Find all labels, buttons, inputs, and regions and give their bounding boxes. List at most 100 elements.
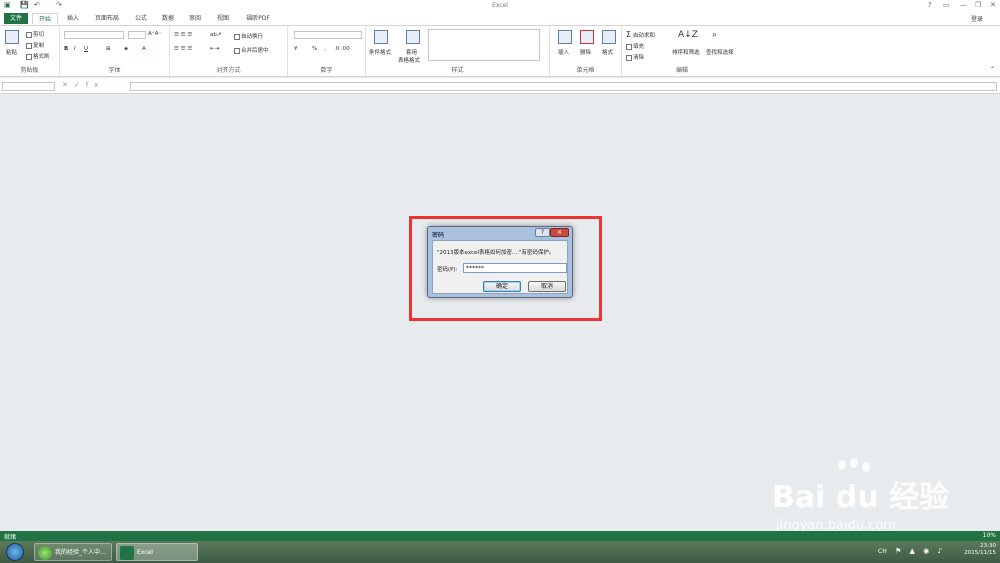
font-color-icon[interactable]: A xyxy=(142,46,146,52)
close-icon[interactable]: ✕ xyxy=(990,1,996,9)
password-label: 密码(P): xyxy=(437,267,458,273)
minimize-icon[interactable]: — xyxy=(960,1,967,9)
tab-insert[interactable]: 插入 xyxy=(62,13,84,24)
tab-page-layout[interactable]: 页面布局 xyxy=(90,13,124,24)
taskbar-item-excel[interactable]: Excel xyxy=(116,543,198,561)
font-grow-icon[interactable]: A⁺A⁻ xyxy=(148,31,161,37)
tab-foxit-pdf[interactable]: 福昕PDF xyxy=(240,13,276,24)
taskbar: 我的经验_个人中... Excel 23:30 2015/11/15 CH ⚑ … xyxy=(0,541,1000,563)
fill-down-icon xyxy=(626,43,632,50)
tray-icons[interactable]: ⚑ ▲ ◉ ♪ xyxy=(895,547,945,555)
paw-toe xyxy=(862,462,870,472)
ribbon-display-icon[interactable]: ▭ xyxy=(943,1,950,9)
zoom-level[interactable]: 10% xyxy=(983,532,996,539)
table-format-line2[interactable]: 表格格式 xyxy=(398,56,420,64)
restore-icon[interactable]: ❐ xyxy=(975,1,981,9)
cut-button[interactable]: 剪切 xyxy=(26,30,44,38)
sort-filter-button[interactable]: 排序和筛选 xyxy=(672,48,700,56)
format-painter-button[interactable]: 格式刷 xyxy=(26,52,50,60)
fill-color-icon[interactable]: ◈ xyxy=(124,46,128,52)
insert-button[interactable]: 插入 xyxy=(558,48,569,56)
table-format-icon[interactable] xyxy=(406,30,420,44)
comma-icon[interactable]: , xyxy=(324,46,326,52)
dialog-close-button[interactable]: ✕ xyxy=(550,228,569,237)
delete-icon[interactable] xyxy=(580,30,594,44)
clear-button[interactable]: 清除 xyxy=(626,53,644,61)
fill-button[interactable]: 填充 xyxy=(626,42,644,50)
excel-icon xyxy=(120,546,134,560)
editing-group-label: 编辑 xyxy=(675,67,688,74)
conditional-format-icon[interactable] xyxy=(374,30,388,44)
clock-date[interactable]: 2015/11/15 xyxy=(964,550,996,557)
copy-icon xyxy=(26,42,32,49)
name-box[interactable] xyxy=(2,82,55,91)
merge-center-button[interactable]: 合并后居中 xyxy=(234,46,269,54)
ribbon-tabs: 文件 开始 插入 页面布局 公式 数据 审阅 视图 福昕PDF xyxy=(0,12,1000,25)
font-size-select[interactable] xyxy=(128,31,146,39)
percent-button[interactable]: % xyxy=(312,46,317,52)
alignment-group: ☰ ☰ ☰ ab↗ 自动换行 ☰ ☰ ☰ ⇤⇥ 合并后居中 对齐方式 xyxy=(170,26,288,76)
clock-time[interactable]: 23:30 xyxy=(964,543,996,550)
status-bar: 就绪 10% xyxy=(0,531,1000,541)
format-icon[interactable] xyxy=(602,30,616,44)
ok-button[interactable]: 确定 xyxy=(483,281,521,292)
paste-button[interactable]: 粘贴 xyxy=(6,48,17,56)
cancel-icon[interactable]: ✕ xyxy=(62,81,74,89)
cancel-button[interactable]: 取消 xyxy=(528,281,566,292)
top-align-icon[interactable]: ☰ ☰ ☰ xyxy=(174,32,192,38)
sort-filter-icon[interactable]: A↓Z xyxy=(678,30,698,40)
currency-icon[interactable]: ¥ xyxy=(294,46,298,52)
table-format-line1[interactable]: 套用 xyxy=(406,48,417,56)
merge-icon xyxy=(234,47,240,54)
browser-icon xyxy=(38,546,52,560)
bold-icon[interactable]: B xyxy=(64,46,68,52)
decimal-icon[interactable]: .0 .00 xyxy=(334,46,350,52)
find-select-button[interactable]: 查找和选择 xyxy=(706,48,734,56)
autosum-button[interactable]: Σ 自动求和 xyxy=(626,30,655,39)
enter-icon[interactable]: ✓ xyxy=(74,81,86,89)
ribbon: 粘贴 剪切 复制 格式刷 剪贴板 A⁺A⁻ B I U ⊞ ◈ A 字体 ☰ ☰… xyxy=(0,25,1000,77)
insert-icon[interactable] xyxy=(558,30,572,44)
help-icon[interactable]: ? xyxy=(928,1,932,9)
status-text: 就绪 xyxy=(4,534,17,541)
system-tray: 23:30 2015/11/15 xyxy=(964,543,996,557)
binoculars-icon[interactable]: ⌕ xyxy=(712,30,717,40)
wrap-text-button[interactable]: 自动换行 xyxy=(234,32,263,40)
styles-group-label: 样式 xyxy=(451,67,464,74)
formula-input[interactable] xyxy=(130,82,997,91)
language-indicator[interactable]: CH xyxy=(878,548,887,555)
password-dialog: 密码 ? ✕ "2013版本excel表格如何加密...."有密码保护。 密码(… xyxy=(427,226,573,298)
font-name-select[interactable] xyxy=(64,31,124,39)
collapse-ribbon-icon[interactable]: ⌃ xyxy=(990,66,995,73)
orientation-icon[interactable]: ab↗ xyxy=(210,32,221,38)
cell-styles-gallery[interactable] xyxy=(428,29,540,61)
password-field[interactable]: ****** xyxy=(463,263,567,273)
title-bar: ▣ 💾 ↶ ↷ Excel ? ▭ — ❐ ✕ xyxy=(0,0,1000,12)
delete-button[interactable]: 删除 xyxy=(580,48,591,56)
tab-file[interactable]: 文件 xyxy=(4,13,28,24)
italic-icon[interactable]: I xyxy=(74,46,76,52)
tab-formulas[interactable]: 公式 xyxy=(130,13,152,24)
login-link[interactable]: 登录 xyxy=(971,14,983,23)
number-format-select[interactable] xyxy=(294,31,362,39)
dialog-help-button[interactable]: ? xyxy=(535,228,550,237)
tab-review[interactable]: 审阅 xyxy=(184,13,206,24)
tab-home[interactable]: 开始 xyxy=(32,13,58,24)
paste-icon[interactable] xyxy=(5,30,19,44)
tab-view[interactable]: 视图 xyxy=(212,13,234,24)
left-align-icon[interactable]: ☰ ☰ ☰ xyxy=(174,46,192,52)
taskbar-item-browser[interactable]: 我的经验_个人中... xyxy=(34,543,112,561)
tab-data[interactable]: 数据 xyxy=(157,13,179,24)
conditional-format-button[interactable]: 条件格式 xyxy=(369,48,391,56)
number-group: ¥ % , .0 .00 数字 xyxy=(288,26,366,76)
copy-button[interactable]: 复制 xyxy=(26,41,44,49)
border-icon[interactable]: ⊞ xyxy=(106,46,111,52)
paw-icon xyxy=(838,460,846,470)
indent-icon[interactable]: ⇤⇥ xyxy=(210,46,219,52)
start-button[interactable] xyxy=(6,543,24,561)
underline-icon[interactable]: U xyxy=(84,46,88,52)
clipboard-group: 粘贴 剪切 复制 格式刷 剪贴板 xyxy=(0,26,60,76)
formula-bar: ✕✓fx xyxy=(0,78,1000,94)
format-button[interactable]: 格式 xyxy=(602,48,613,56)
fx-icon[interactable]: fx xyxy=(86,81,105,89)
